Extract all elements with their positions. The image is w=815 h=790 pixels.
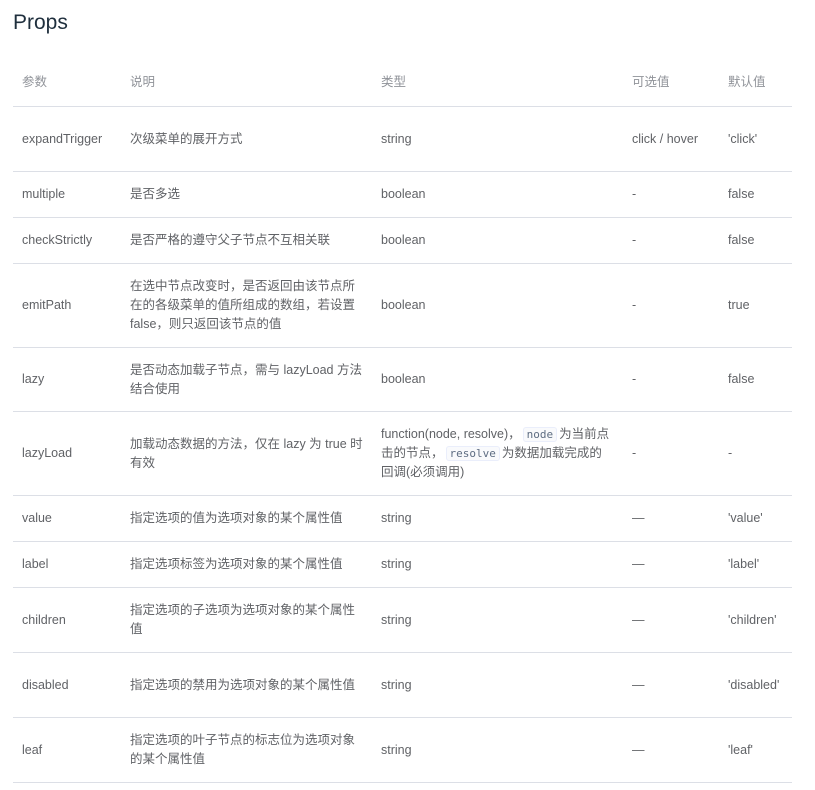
props-table: 参数 说明 类型 可选值 默认值 expandTrigger 次级菜单的展开方式… (13, 58, 792, 783)
cell-type: string (372, 717, 623, 783)
table-row: disabled 指定选项的禁用为选项对象的某个属性值 string — 'di… (13, 652, 792, 718)
cell-param: expandTrigger (13, 106, 121, 172)
cell-options: - (623, 347, 719, 412)
cell-default: 'children' (719, 587, 792, 653)
cell-param: children (13, 587, 121, 653)
table-row: multiple 是否多选 boolean - false (13, 171, 792, 218)
header-description: 说明 (121, 58, 372, 107)
table-row: leaf 指定选项的叶子节点的标志位为选项对象的某个属性值 string — '… (13, 717, 792, 783)
cell-param: leaf (13, 717, 121, 783)
code-resolve: resolve (445, 446, 500, 461)
cell-type: string (372, 495, 623, 542)
cell-description: 指定选项的子选项为选项对象的某个属性值 (121, 587, 372, 653)
cell-type: string (372, 587, 623, 653)
cell-description: 指定选项的值为选项对象的某个属性值 (121, 495, 372, 542)
cell-param: value (13, 495, 121, 542)
cell-options: — (623, 652, 719, 718)
cell-description: 是否多选 (121, 171, 372, 218)
cell-type: string (372, 106, 623, 172)
cell-type: string (372, 652, 623, 718)
cell-options: — (623, 541, 719, 588)
type-text: function(node, resolve)， (381, 427, 521, 441)
cell-default: false (719, 347, 792, 412)
props-section: Props 参数 说明 类型 可选值 默认值 expandTrigger 次级菜… (0, 0, 815, 783)
cell-options: - (623, 263, 719, 348)
cell-default: 'click' (719, 106, 792, 172)
cell-type: boolean (372, 171, 623, 218)
cell-type: boolean (372, 263, 623, 348)
cell-type: string (372, 541, 623, 588)
cell-description: 是否动态加载子节点，需与 lazyLoad 方法结合使用 (121, 347, 372, 412)
cell-type: function(node, resolve)， node 为当前点击的节点， res… (372, 411, 623, 496)
table-row: value 指定选项的值为选项对象的某个属性值 string — 'value' (13, 495, 792, 542)
cell-param: disabled (13, 652, 121, 718)
cell-options: click / hover (623, 106, 719, 172)
section-title: Props (13, 11, 68, 34)
cell-description: 加载动态数据的方法，仅在 lazy 为 true 时有效 (121, 411, 372, 496)
cell-options: — (623, 495, 719, 542)
cell-param: lazy (13, 347, 121, 412)
header-type: 类型 (372, 58, 623, 107)
header-param: 参数 (13, 58, 121, 107)
table-header-row: 参数 说明 类型 可选值 默认值 (13, 58, 792, 107)
cell-description: 次级菜单的展开方式 (121, 106, 372, 172)
code-node: node (522, 427, 558, 442)
table-row: lazyLoad 加载动态数据的方法，仅在 lazy 为 true 时有效 fu… (13, 411, 792, 496)
header-default: 默认值 (719, 58, 792, 107)
table-row: checkStrictly 是否严格的遵守父子节点不互相关联 boolean -… (13, 217, 792, 264)
cell-default: false (719, 217, 792, 264)
cell-type: boolean (372, 217, 623, 264)
cell-description: 是否严格的遵守父子节点不互相关联 (121, 217, 372, 264)
cell-default: 'disabled' (719, 652, 792, 718)
cell-param: multiple (13, 171, 121, 218)
table-row: label 指定选项标签为选项对象的某个属性值 string — 'label' (13, 541, 792, 588)
cell-options: - (623, 217, 719, 264)
cell-default: false (719, 171, 792, 218)
cell-default: 'label' (719, 541, 792, 588)
cell-options: - (623, 411, 719, 496)
cell-param: checkStrictly (13, 217, 121, 264)
table-row: expandTrigger 次级菜单的展开方式 string click / h… (13, 106, 792, 172)
cell-description: 在选中节点改变时，是否返回由该节点所在的各级菜单的值所组成的数组，若设置 fal… (121, 263, 372, 348)
cell-param: emitPath (13, 263, 121, 348)
cell-options: - (623, 171, 719, 218)
cell-default: true (719, 263, 792, 348)
cell-type: boolean (372, 347, 623, 412)
table-row: children 指定选项的子选项为选项对象的某个属性值 string — 'c… (13, 587, 792, 653)
cell-options: — (623, 717, 719, 783)
cell-description: 指定选项的禁用为选项对象的某个属性值 (121, 652, 372, 718)
cell-param: lazyLoad (13, 411, 121, 496)
cell-param: label (13, 541, 121, 588)
table-row: lazy 是否动态加载子节点，需与 lazyLoad 方法结合使用 boolea… (13, 347, 792, 412)
cell-options: — (623, 587, 719, 653)
cell-default: - (719, 411, 792, 496)
cell-default: 'leaf' (719, 717, 792, 783)
cell-default: 'value' (719, 495, 792, 542)
table-row: emitPath 在选中节点改变时，是否返回由该节点所在的各级菜单的值所组成的数… (13, 263, 792, 348)
cell-description: 指定选项标签为选项对象的某个属性值 (121, 541, 372, 588)
cell-description: 指定选项的叶子节点的标志位为选项对象的某个属性值 (121, 717, 372, 783)
header-options: 可选值 (623, 58, 719, 107)
